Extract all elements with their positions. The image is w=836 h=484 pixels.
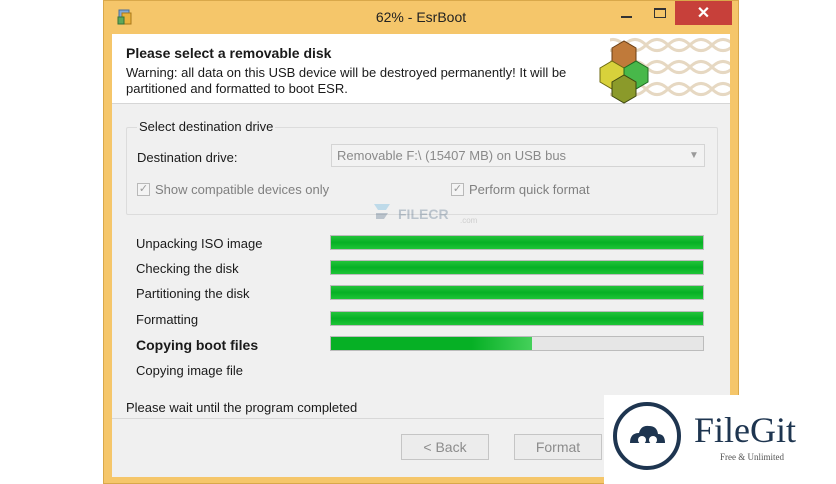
progress-fill xyxy=(331,236,703,249)
destination-drive-label: Destination drive: xyxy=(137,150,238,165)
progress-bar-partitioning xyxy=(330,285,704,300)
close-icon: ✕ xyxy=(696,5,711,22)
checkbox-check-icon: ✓ xyxy=(137,183,150,196)
minimize-button[interactable] xyxy=(609,1,643,25)
task-label-formatting: Formatting xyxy=(136,312,199,327)
task-label-copying-image: Copying image file xyxy=(136,363,243,378)
watermark-sub: .com xyxy=(460,216,478,225)
title-bar[interactable]: 62% - EsrBoot ✕ xyxy=(104,1,738,34)
progress-fill xyxy=(331,312,703,325)
filecr-logo-icon xyxy=(374,204,390,219)
task-label-unpacking: Unpacking ISO image xyxy=(136,236,263,251)
filegit-logo-icon xyxy=(613,402,681,470)
show-compatible-checkbox[interactable]: ✓ Show compatible devices only xyxy=(137,182,329,197)
progress-bar-checking xyxy=(330,260,704,275)
status-text: Please wait until the program completed xyxy=(126,400,358,415)
back-button[interactable]: < Back xyxy=(401,434,489,460)
badge-brand-name: FileGit xyxy=(694,410,797,450)
task-label-copying-boot: Copying boot files xyxy=(136,337,259,353)
progress-fill xyxy=(331,261,703,274)
group-label: Select destination drive xyxy=(137,119,276,134)
filegit-badge: FileGit Free & Unlimited xyxy=(604,395,836,484)
progress-fill xyxy=(331,286,703,299)
destination-drive-value: Removable F:\ (15407 MB) on USB bus xyxy=(337,148,567,163)
filecr-watermark: FILECR .com xyxy=(370,200,477,228)
header-warning: Warning: all data on this USB device wil… xyxy=(126,65,567,96)
task-label-partitioning: Partitioning the disk xyxy=(136,286,250,301)
destination-drive-select[interactable]: Removable F:\ (15407 MB) on USB bus ▼ xyxy=(331,144,705,167)
progress-bar-formatting xyxy=(330,311,704,326)
minimize-icon xyxy=(620,16,632,18)
checkbox-check-icon: ✓ xyxy=(451,183,464,196)
wizard-header: Please select a removable disk Warning: … xyxy=(112,34,730,104)
badge-tagline: Free & Unlimited xyxy=(720,452,784,462)
quick-format-label: Perform quick format xyxy=(469,182,590,197)
task-label-checking: Checking the disk xyxy=(136,261,239,276)
header-banner-icon xyxy=(599,34,730,104)
progress-fill xyxy=(331,337,532,350)
show-compatible-label: Show compatible devices only xyxy=(155,182,330,197)
watermark-text: FILECR xyxy=(398,206,449,222)
maximize-icon xyxy=(654,8,666,18)
quick-format-checkbox[interactable]: ✓ Perform quick format xyxy=(451,182,590,197)
format-button[interactable]: Format xyxy=(514,434,602,460)
close-button[interactable]: ✕ xyxy=(675,1,732,25)
chevron-down-icon: ▼ xyxy=(689,150,699,161)
progress-bar-copying-boot xyxy=(330,336,704,351)
header-title: Please select a removable disk xyxy=(126,45,332,61)
progress-bar-unpacking xyxy=(330,235,704,250)
maximize-button[interactable] xyxy=(643,1,677,25)
